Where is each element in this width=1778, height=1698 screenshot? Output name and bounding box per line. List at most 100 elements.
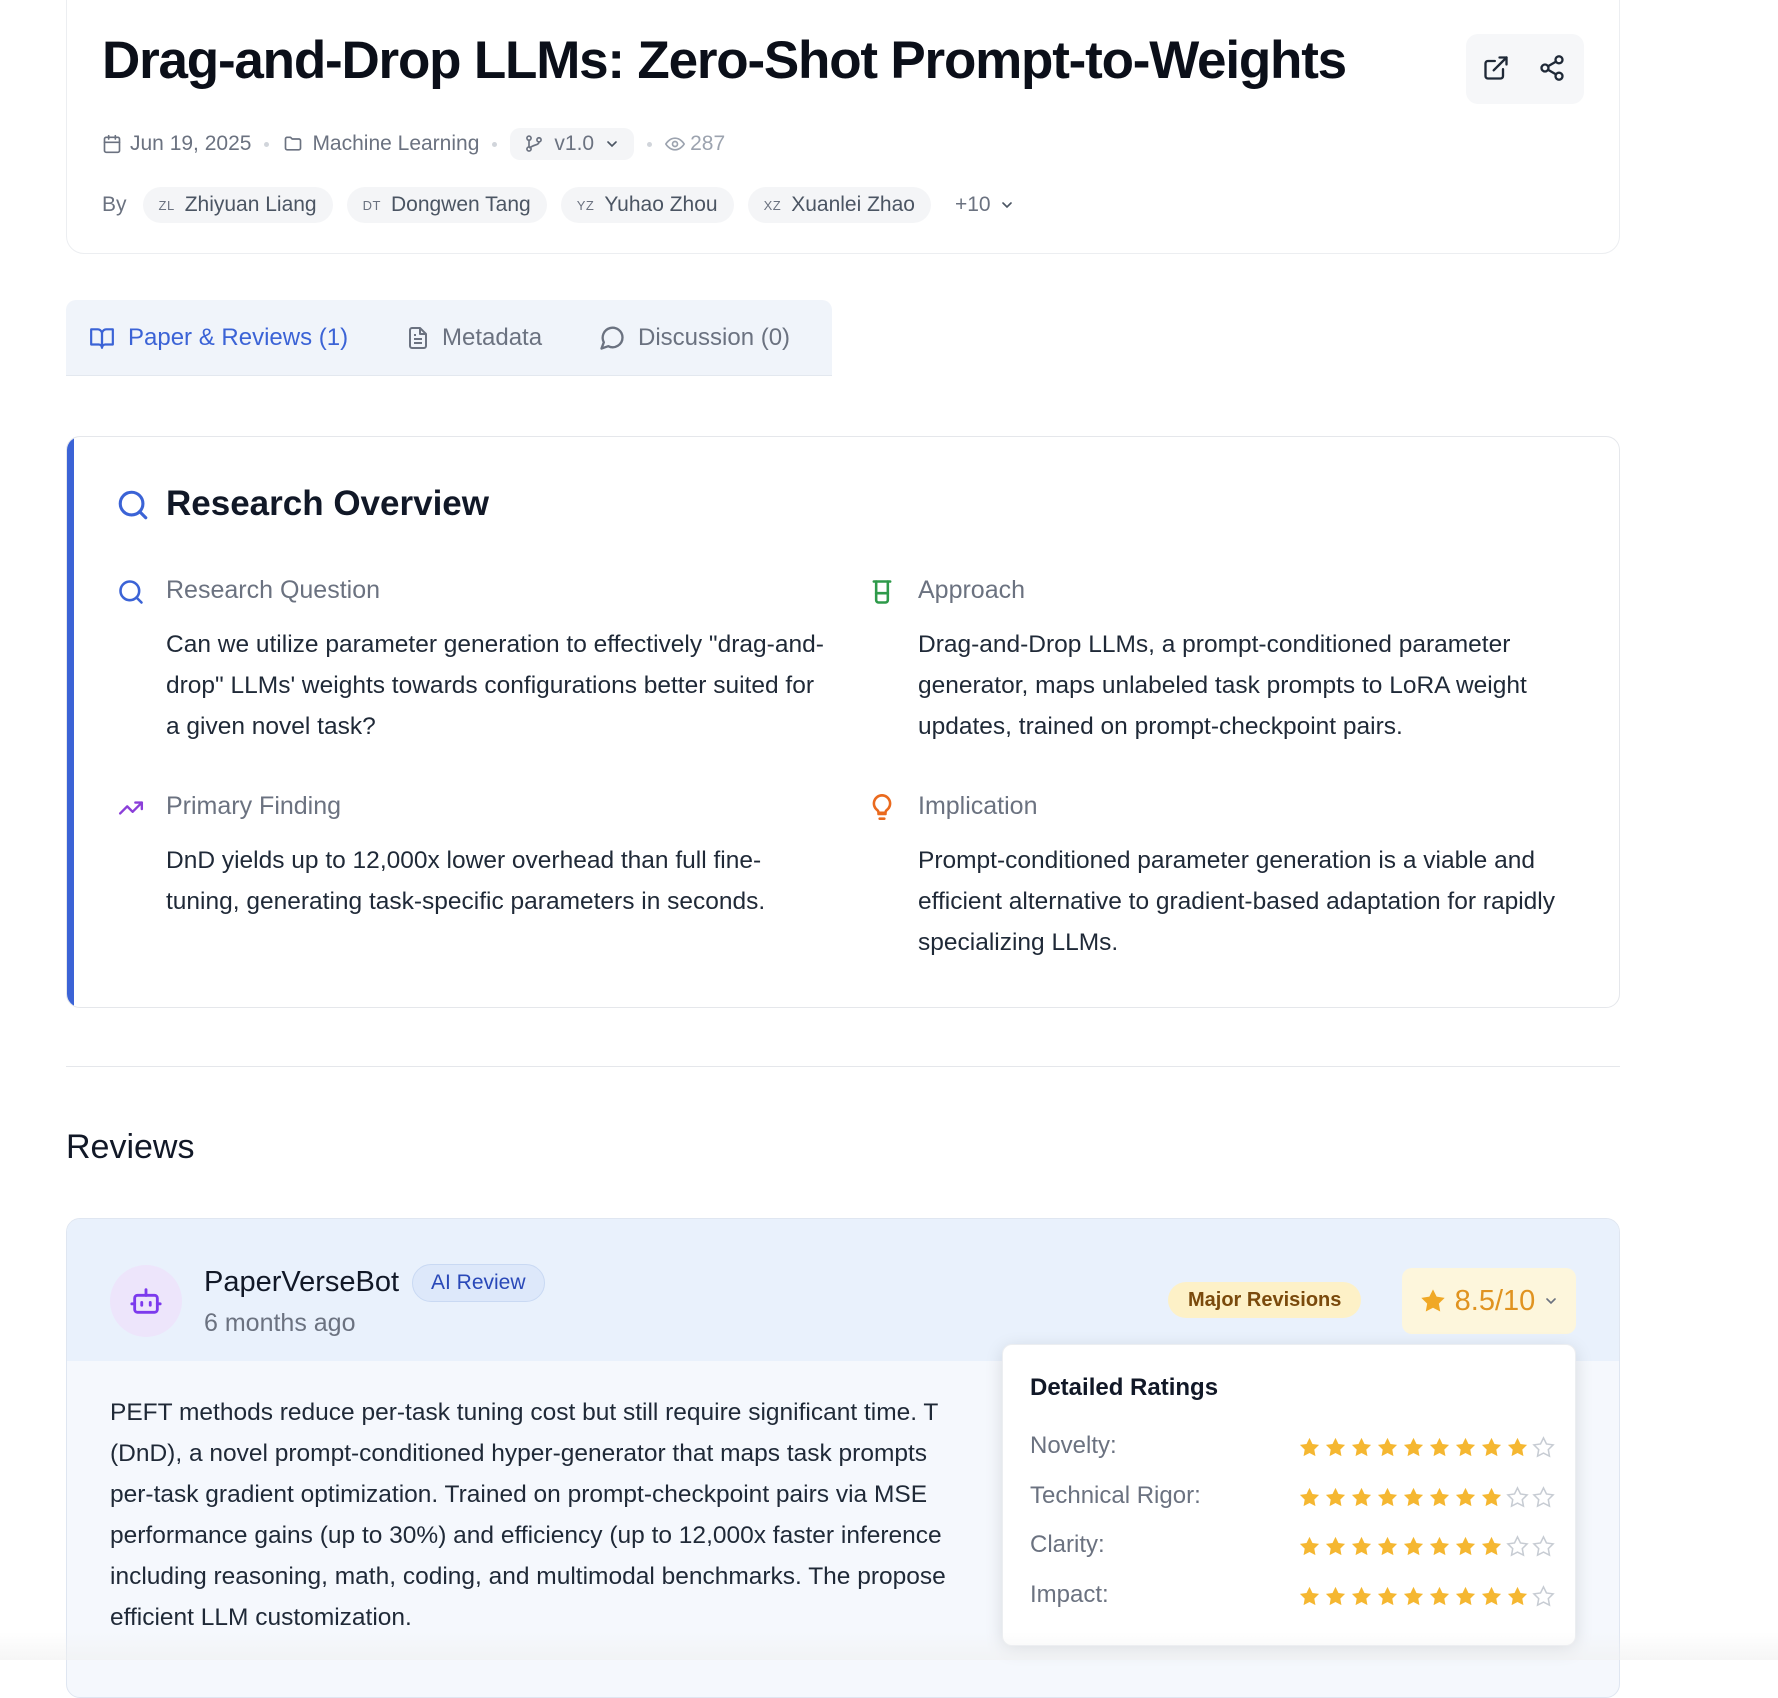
star-filled-icon bbox=[1403, 1487, 1424, 1507]
category-meta[interactable]: Machine Learning bbox=[282, 132, 479, 156]
star-filled-icon bbox=[1299, 1437, 1320, 1457]
author-initials: XZ bbox=[763, 197, 782, 213]
star-filled-icon bbox=[1429, 1586, 1450, 1606]
author-initials: YZ bbox=[576, 197, 595, 213]
bot-icon bbox=[130, 1288, 162, 1314]
separator bbox=[492, 141, 498, 147]
star-empty-icon bbox=[1532, 1436, 1555, 1458]
publish-date: Jun 19, 2025 bbox=[130, 132, 252, 155]
separator bbox=[647, 141, 653, 147]
rating-label-technical-rigor: Technical Rigor: bbox=[1030, 1482, 1201, 1509]
more-authors-count: +10 bbox=[954, 193, 991, 216]
author-name: Xuanlei Zhao bbox=[791, 193, 915, 216]
separator bbox=[264, 141, 270, 147]
tab-metadata[interactable]: Metadata bbox=[406, 318, 542, 358]
research-question-label: Research Question bbox=[166, 576, 381, 604]
view-count-value: 287 bbox=[690, 132, 726, 155]
star-filled-icon bbox=[1403, 1437, 1424, 1457]
star-filled-icon bbox=[1377, 1487, 1398, 1507]
star-filled-icon bbox=[1325, 1437, 1346, 1457]
star-filled-icon bbox=[1377, 1586, 1398, 1606]
book-open-icon bbox=[90, 328, 114, 349]
implication-label: Implication bbox=[918, 792, 1038, 820]
approach-text: Drag-and-Drop LLMs, a prompt-conditioned… bbox=[918, 631, 1527, 740]
trending-up-icon bbox=[118, 801, 144, 815]
star-filled-icon bbox=[1429, 1536, 1450, 1556]
reviewer-name: PaperVerseBot bbox=[204, 1266, 400, 1298]
star-filled-icon bbox=[1325, 1536, 1346, 1556]
rating-label-novelty: Novelty: bbox=[1030, 1432, 1117, 1459]
rating-stars bbox=[1298, 1436, 1555, 1460]
more-authors-button[interactable]: +10 bbox=[955, 193, 1015, 217]
star-filled-icon bbox=[1481, 1586, 1502, 1606]
beaker-icon bbox=[872, 580, 892, 604]
ratings-title: Detailed Ratings bbox=[1030, 1374, 1219, 1401]
review-time: 6 months ago bbox=[204, 1309, 356, 1337]
approach-label: Approach bbox=[918, 576, 1026, 604]
author-chip[interactable]: DT Dongwen Tang bbox=[346, 187, 547, 223]
tab-discussion[interactable]: Discussion (0) bbox=[598, 318, 790, 358]
tab-paper-reviews[interactable]: Paper & Reviews (1) bbox=[88, 318, 348, 358]
star-filled-icon bbox=[1507, 1586, 1528, 1606]
overall-score-button[interactable]: 8.5/10 bbox=[1402, 1268, 1576, 1334]
star-empty-icon bbox=[1506, 1486, 1529, 1508]
authors-row: By ZL Zhiyuan Liang DT Dongwen Tang YZ Y… bbox=[102, 184, 1015, 226]
section-divider bbox=[66, 1066, 1620, 1067]
reviews-heading: Reviews bbox=[66, 1128, 195, 1166]
open-external-button[interactable] bbox=[1478, 50, 1514, 86]
rating-stars bbox=[1298, 1486, 1555, 1510]
star-filled-icon bbox=[1429, 1487, 1450, 1507]
view-count: 287 bbox=[665, 132, 725, 156]
avatar bbox=[110, 1265, 182, 1337]
accent-bar bbox=[67, 437, 74, 1007]
git-branch-icon bbox=[526, 135, 543, 152]
star-filled-icon bbox=[1299, 1536, 1320, 1556]
external-link-icon bbox=[1484, 56, 1508, 80]
star-filled-icon bbox=[1403, 1586, 1424, 1606]
eye-icon bbox=[665, 137, 686, 151]
primary-finding-label: Primary Finding bbox=[166, 792, 342, 820]
author-name: Yuhao Zhou bbox=[604, 193, 718, 216]
author-chip[interactable]: ZL Zhiyuan Liang bbox=[142, 187, 333, 223]
star-filled-icon bbox=[1455, 1536, 1476, 1556]
author-initials: DT bbox=[362, 197, 381, 213]
star-filled-icon bbox=[1455, 1487, 1476, 1507]
by-label: By bbox=[102, 193, 127, 216]
paper-meta: Jun 19, 2025 Machine Learning v1.0 287 bbox=[102, 128, 725, 160]
star-icon bbox=[1421, 1289, 1445, 1312]
star-empty-icon bbox=[1532, 1585, 1555, 1607]
chevron-down-icon bbox=[1546, 1298, 1557, 1305]
star-filled-icon bbox=[1377, 1536, 1398, 1556]
star-empty-icon bbox=[1532, 1486, 1555, 1508]
star-filled-icon bbox=[1325, 1586, 1346, 1606]
chevron-down-icon bbox=[1001, 202, 1012, 209]
share-icon bbox=[1540, 55, 1564, 81]
author-chip[interactable]: YZ Yuhao Zhou bbox=[560, 187, 734, 223]
calendar-icon bbox=[103, 134, 121, 154]
star-empty-icon bbox=[1506, 1535, 1529, 1557]
message-circle-icon bbox=[600, 326, 624, 350]
tab-label: Metadata bbox=[442, 324, 543, 351]
star-filled-icon bbox=[1351, 1437, 1372, 1457]
star-filled-icon bbox=[1481, 1437, 1502, 1457]
star-filled-icon bbox=[1481, 1487, 1502, 1507]
star-filled-icon bbox=[1481, 1536, 1502, 1556]
overall-score: 8.5/10 bbox=[1454, 1284, 1536, 1317]
author-chip[interactable]: XZ Xuanlei Zhao bbox=[747, 187, 931, 223]
version-label: v1.0 bbox=[554, 132, 595, 155]
file-text-icon bbox=[409, 327, 427, 349]
star-filled-icon bbox=[1299, 1487, 1320, 1507]
star-empty-icon bbox=[1532, 1535, 1555, 1557]
share-button[interactable] bbox=[1534, 50, 1570, 86]
rating-label-impact: Impact: bbox=[1030, 1581, 1109, 1608]
author-name: Zhiyuan Liang bbox=[184, 193, 317, 216]
paper-title: Drag-and-Drop LLMs: Zero-Shot Prompt-to-… bbox=[102, 31, 1347, 90]
star-filled-icon bbox=[1299, 1586, 1320, 1606]
category-label: Machine Learning bbox=[312, 132, 480, 155]
star-filled-icon bbox=[1351, 1586, 1372, 1606]
decision-badge: Major Revisions bbox=[1168, 1282, 1362, 1318]
version-selector[interactable]: v1.0 bbox=[510, 128, 635, 160]
date-meta: Jun 19, 2025 bbox=[102, 132, 251, 156]
research-overview-title: Research Overview bbox=[166, 484, 489, 523]
rating-stars bbox=[1298, 1585, 1555, 1609]
